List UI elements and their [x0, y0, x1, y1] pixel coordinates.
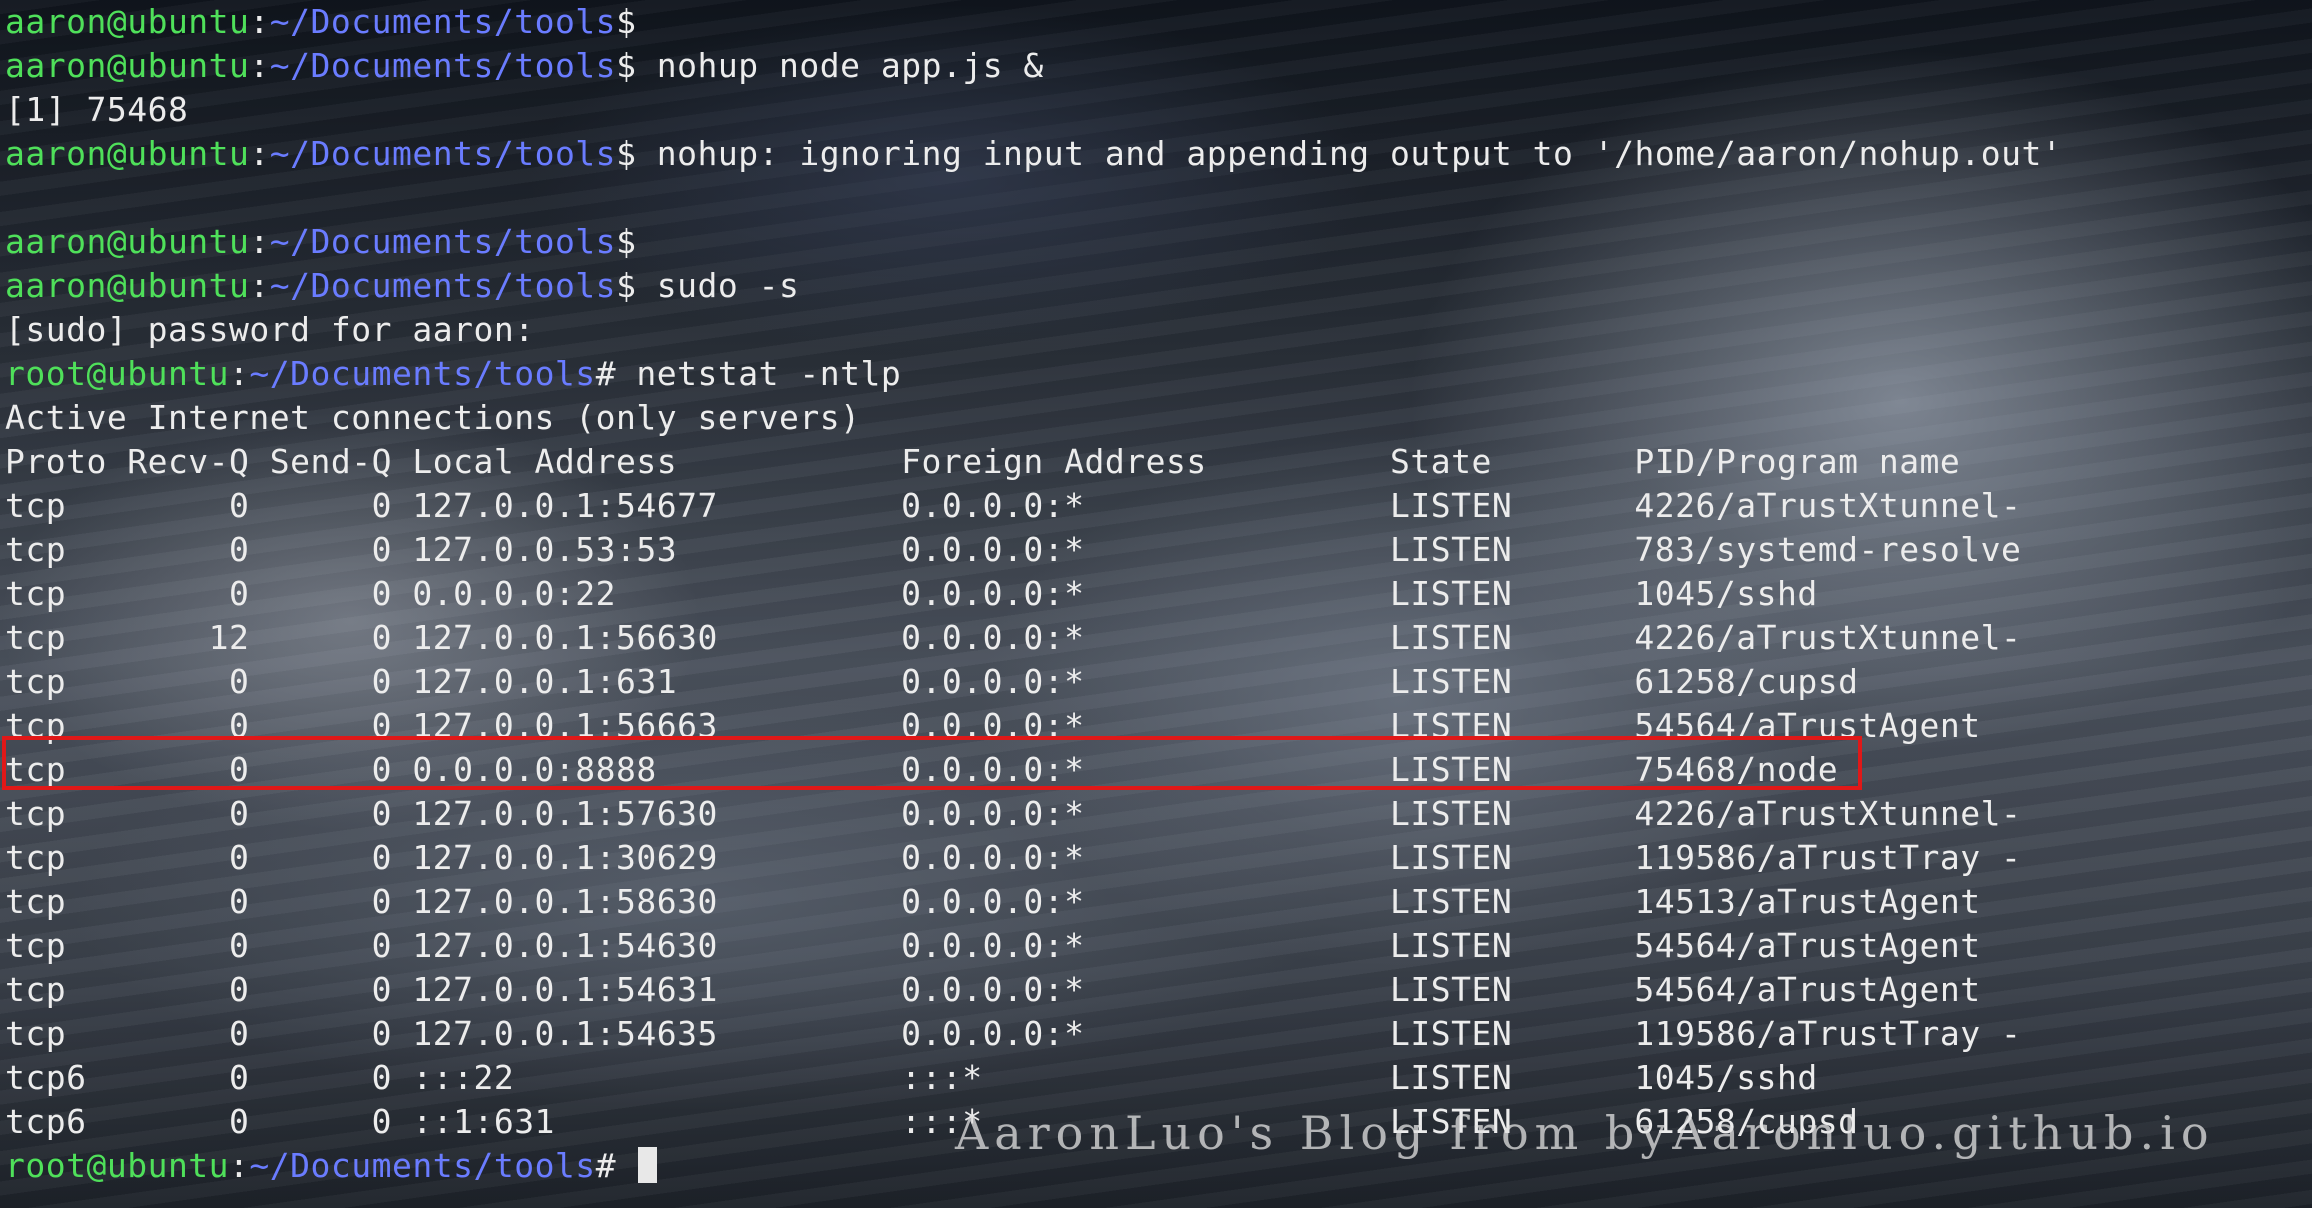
- prompt-symbol: $: [616, 46, 637, 85]
- command-text: nohup node app.js &: [636, 46, 1044, 85]
- netstat-row: tcp 0 0 127.0.0.1:54631 0.0.0.0:* LISTEN…: [5, 970, 1981, 1009]
- netstat-row: tcp 0 0 127.0.0.1:30629 0.0.0.0:* LISTEN…: [5, 838, 2022, 877]
- netstat-row: tcp 0 0 127.0.0.1:54635 0.0.0.0:* LISTEN…: [5, 1014, 2022, 1053]
- prompt-user: aaron@ubuntu: [5, 2, 250, 41]
- netstat-row: tcp 0 0 127.0.0.1:58630 0.0.0.0:* LISTEN…: [5, 882, 1981, 921]
- command-text: nohup: ignoring input and appending outp…: [636, 134, 2063, 173]
- prompt-symbol: #: [595, 354, 617, 393]
- netstat-header: Proto Recv-Q Send-Q Local Address Foreig…: [5, 442, 1961, 481]
- prompt-path: ~/Documents/tools: [269, 222, 617, 261]
- terminal-output: aaron@ubuntu:~/Documents/tools$ aaron@ubu…: [5, 0, 2062, 1188]
- prompt-separator: :: [249, 266, 270, 305]
- prompt-separator: :: [229, 1146, 250, 1185]
- prompt-line: aaron@ubuntu:~/Documents/tools$ nohup no…: [5, 44, 2062, 88]
- prompt-separator: :: [249, 46, 270, 85]
- prompt-path: ~/Documents/tools: [249, 1146, 596, 1185]
- prompt-path: ~/Documents/tools: [269, 2, 617, 41]
- prompt-user: aaron@ubuntu: [5, 266, 250, 305]
- output-line: [1] 75468: [5, 90, 189, 129]
- prompt-line: aaron@ubuntu:~/Documents/tools$ nohup: i…: [5, 132, 2062, 176]
- prompt-user: root@ubuntu: [5, 354, 230, 393]
- prompt-separator: :: [249, 2, 270, 41]
- prompt-user: root@ubuntu: [5, 1146, 230, 1185]
- netstat-row: tcp 12 0 127.0.0.1:56630 0.0.0.0:* LISTE…: [5, 618, 2022, 657]
- command-text: sudo -s: [636, 266, 800, 305]
- prompt-line: root@ubuntu:~/Documents/tools# netstat -…: [5, 352, 2062, 396]
- prompt-line: aaron@ubuntu:~/Documents/tools$: [5, 0, 2062, 44]
- prompt-symbol: $: [616, 266, 637, 305]
- netstat-row: tcp 0 0 127.0.0.53:53 0.0.0.0:* LISTEN 7…: [5, 530, 2022, 569]
- prompt-symbol: $: [616, 134, 637, 173]
- prompt-separator: :: [249, 222, 270, 261]
- prompt-path: ~/Documents/tools: [269, 266, 617, 305]
- netstat-row: tcp 0 0 127.0.0.1:54677 0.0.0.0:* LISTEN…: [5, 486, 2022, 525]
- netstat-row: tcp 0 0 127.0.0.1:57630 0.0.0.0:* LISTEN…: [5, 794, 2022, 833]
- output-line: [sudo] password for aaron:: [5, 310, 535, 349]
- text-cursor[interactable]: [638, 1147, 658, 1183]
- netstat-row: tcp 0 0 127.0.0.1:631 0.0.0.0:* LISTEN 6…: [5, 662, 1859, 701]
- prompt-symbol: $: [616, 222, 637, 261]
- highlight-box: [2, 736, 1862, 790]
- prompt-path: ~/Documents/tools: [269, 46, 617, 85]
- output-line: Active Internet connections (only server…: [5, 398, 861, 437]
- watermark-text: AaronLuo's Blog from byAaronluo.github.i…: [955, 1106, 2215, 1160]
- prompt-separator: :: [229, 354, 250, 393]
- prompt-path: ~/Documents/tools: [269, 134, 617, 173]
- command-text: netstat -ntlp: [616, 354, 902, 393]
- prompt-symbol: $: [616, 2, 637, 41]
- prompt-path: ~/Documents/tools: [249, 354, 596, 393]
- prompt-user: aaron@ubuntu: [5, 46, 250, 85]
- prompt-symbol: #: [595, 1146, 617, 1185]
- prompt-line: aaron@ubuntu:~/Documents/tools$: [5, 220, 2062, 264]
- prompt-line: aaron@ubuntu:~/Documents/tools$ sudo -s: [5, 264, 2062, 308]
- netstat-row: tcp6 0 0 :::22 :::* LISTEN 1045/sshd: [5, 1058, 1818, 1097]
- netstat-row: tcp 0 0 0.0.0.0:22 0.0.0.0:* LISTEN 1045…: [5, 574, 1818, 613]
- prompt-separator: :: [249, 134, 270, 173]
- terminal-window[interactable]: aaron@ubuntu:~/Documents/tools$ aaron@ubu…: [0, 0, 2312, 1208]
- prompt-user: aaron@ubuntu: [5, 222, 250, 261]
- netstat-row: tcp 0 0 127.0.0.1:54630 0.0.0.0:* LISTEN…: [5, 926, 1981, 965]
- prompt-user: aaron@ubuntu: [5, 134, 250, 173]
